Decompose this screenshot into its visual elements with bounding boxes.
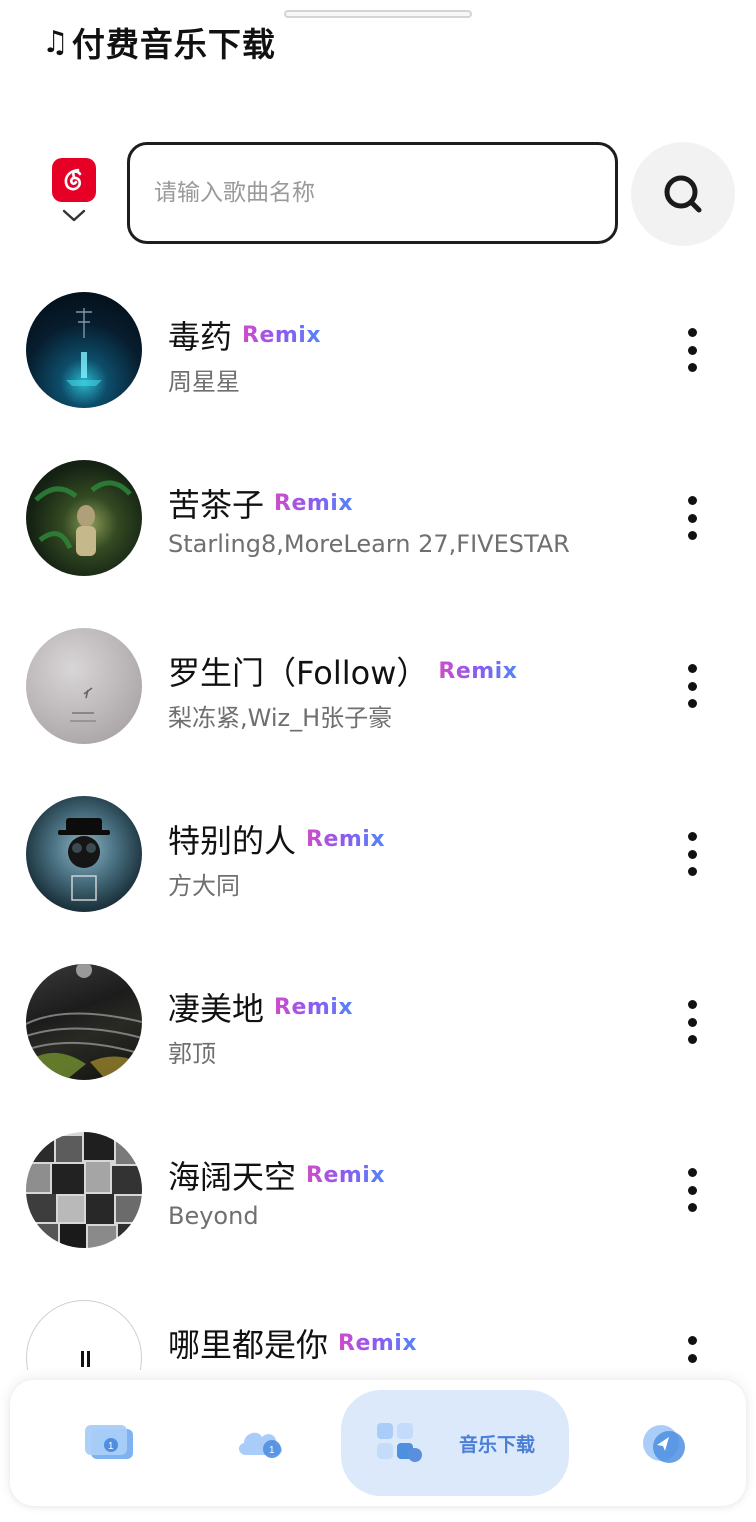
song-row[interactable]: 罗生门（Follow） Remix 梨冻紧,Wiz_H张子豪 bbox=[0, 598, 756, 766]
song-artist: Beyond bbox=[168, 1202, 259, 1230]
chevron-down-icon bbox=[62, 209, 86, 222]
remix-badge: Remix bbox=[274, 490, 354, 516]
remix-badge: Remix bbox=[438, 658, 518, 684]
album-cover bbox=[26, 964, 142, 1080]
song-artist: Starling8,MoreLearn 27,FIVESTAR bbox=[168, 530, 570, 558]
song-title-text: 毒药 bbox=[168, 318, 233, 356]
song-title: 罗生门（Follow） Remix bbox=[168, 648, 517, 694]
song-row[interactable]: 苦茶子 Remix Starling8,MoreLearn 27,FIVESTA… bbox=[0, 430, 756, 598]
search-input[interactable] bbox=[127, 142, 618, 244]
song-artist: 梨冻紧,Wiz_H张子豪 bbox=[168, 704, 393, 732]
song-title-text: 苦茶子 bbox=[168, 486, 265, 524]
song-list[interactable]: 毒药 Remix 周星星 苦茶子 Remix Starling8,MoreLea… bbox=[0, 262, 756, 1370]
search-icon bbox=[664, 175, 702, 213]
remix-badge: Remix bbox=[274, 994, 354, 1020]
album-cover bbox=[26, 292, 142, 408]
song-title: 特别的人 Remix bbox=[168, 816, 385, 862]
remix-badge: Remix bbox=[338, 1330, 418, 1356]
cloud-icon: 1 bbox=[238, 1432, 282, 1458]
song-title-text: 哪里都是你 bbox=[168, 1326, 329, 1364]
page-title-text: 付费音乐下载 bbox=[71, 25, 276, 64]
song-title: 苦茶子 Remix bbox=[168, 480, 353, 526]
music-note-icon: ♫ bbox=[42, 24, 70, 60]
more-options-button[interactable] bbox=[676, 664, 708, 708]
album-cover bbox=[26, 1300, 142, 1370]
more-options-button[interactable] bbox=[676, 328, 708, 372]
song-artist: 郭顶 bbox=[168, 1040, 216, 1068]
ticket-icon: 1 bbox=[85, 1425, 133, 1459]
remix-badge: Remix bbox=[306, 1162, 386, 1188]
send-icon bbox=[643, 1425, 685, 1463]
more-options-button[interactable] bbox=[676, 1336, 708, 1370]
pause-icon bbox=[81, 1351, 90, 1367]
search-button[interactable] bbox=[631, 142, 735, 246]
song-title: 哪里都是你 Remix bbox=[168, 1320, 417, 1366]
nav-tab-ticket[interactable]: 1 bbox=[74, 1380, 144, 1506]
song-title-text: 特别的人 bbox=[168, 822, 297, 860]
song-artist: 周星星 bbox=[168, 368, 240, 396]
nav-tab-cloud[interactable]: 1 bbox=[220, 1380, 300, 1506]
nav-tab-music-download[interactable]: 音乐下载 bbox=[341, 1390, 569, 1496]
music-source-selector[interactable] bbox=[52, 158, 96, 228]
song-title: 凄美地 Remix bbox=[168, 984, 353, 1030]
page-title: ♫ 付费音乐下载 bbox=[42, 18, 276, 66]
netease-cloud-music-icon bbox=[52, 158, 96, 202]
more-options-button[interactable] bbox=[676, 1000, 708, 1044]
remix-badge: Remix bbox=[306, 826, 386, 852]
album-cover bbox=[26, 460, 142, 576]
more-options-button[interactable] bbox=[676, 832, 708, 876]
svg-text:1: 1 bbox=[108, 1441, 114, 1452]
song-row[interactable]: 特别的人 Remix 方大同 bbox=[0, 766, 756, 934]
grid-apps-icon bbox=[376, 1423, 422, 1462]
song-title-text: 罗生门（Follow） bbox=[168, 654, 429, 692]
song-artist: 方大同 bbox=[168, 872, 240, 900]
bottom-navigation: 1 1 音乐下载 bbox=[10, 1380, 746, 1506]
song-row[interactable]: 哪里都是你 Remix bbox=[0, 1270, 756, 1370]
song-title: 海阔天空 Remix bbox=[168, 1152, 385, 1198]
song-row[interactable]: 凄美地 Remix 郭顶 bbox=[0, 934, 756, 1102]
song-title-text: 凄美地 bbox=[168, 990, 265, 1028]
song-row[interactable]: 海阔天空 Remix Beyond bbox=[0, 1102, 756, 1270]
song-row[interactable]: 毒药 Remix 周星星 bbox=[0, 262, 756, 430]
album-cover bbox=[26, 628, 142, 744]
album-cover bbox=[26, 796, 142, 912]
nav-tab-music-download-label: 音乐下载 bbox=[458, 1433, 535, 1456]
svg-text:1: 1 bbox=[269, 1445, 275, 1456]
more-options-button[interactable] bbox=[676, 496, 708, 540]
album-cover bbox=[26, 1132, 142, 1248]
song-title-text: 海阔天空 bbox=[168, 1158, 297, 1196]
song-title: 毒药 Remix bbox=[168, 312, 321, 358]
more-options-button[interactable] bbox=[676, 1168, 708, 1212]
remix-badge: Remix bbox=[242, 322, 322, 348]
nav-tab-send[interactable] bbox=[628, 1380, 698, 1506]
drag-handle[interactable] bbox=[284, 10, 472, 18]
